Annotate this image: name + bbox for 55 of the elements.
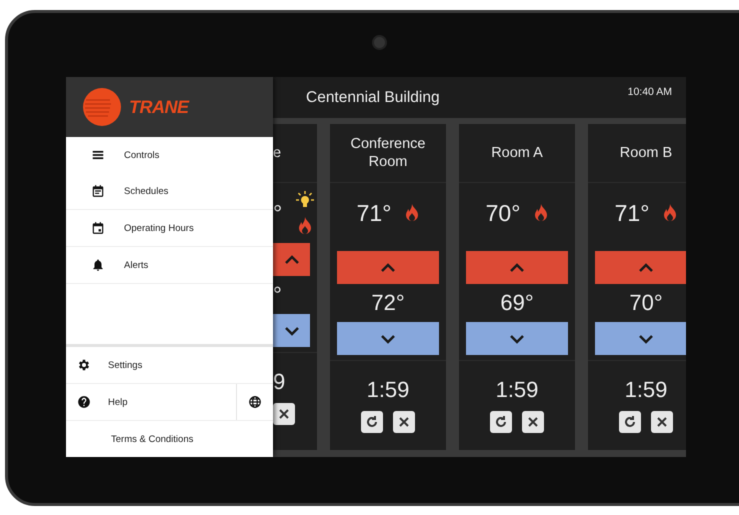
refresh-icon	[623, 415, 637, 429]
room-name: Room B	[620, 144, 672, 162]
chevron-down-icon	[509, 332, 525, 344]
bell-icon	[91, 258, 105, 272]
setpoint: 70°	[629, 290, 663, 316]
refresh-button[interactable]	[490, 411, 512, 433]
close-button[interactable]	[393, 411, 415, 433]
chevron-up-icon	[509, 262, 525, 274]
setpoint: 72°	[371, 290, 405, 316]
timer: 9	[273, 369, 286, 395]
chevron-down-icon	[638, 332, 654, 344]
menu-item[interactable]: Terms & Conditions	[66, 421, 273, 457]
calendar-icon	[91, 184, 105, 198]
logo-text: TRANE	[129, 96, 188, 118]
room-name: Room A	[491, 144, 543, 162]
chevron-up-icon	[284, 254, 300, 266]
close-icon	[526, 415, 540, 429]
setpoint: °	[273, 282, 282, 308]
menu-item[interactable]: Help	[66, 384, 237, 420]
room-name: Conference Room	[350, 135, 426, 171]
globe-icon	[248, 395, 262, 409]
chevron-down-icon	[380, 332, 396, 344]
clock-time: 10:40 AM	[628, 86, 672, 98]
chevron-up-icon	[638, 262, 654, 274]
close-button[interactable]	[651, 411, 673, 433]
close-icon	[277, 407, 291, 421]
room-temperature: °	[273, 200, 282, 226]
setpoint: 69°	[500, 290, 534, 316]
list-icon	[91, 148, 105, 162]
refresh-icon	[494, 415, 508, 429]
decrease-button[interactable]	[273, 314, 310, 347]
menu-item[interactable]: Controls	[66, 137, 273, 173]
timer: 1:59	[366, 377, 410, 403]
refresh-icon	[365, 415, 379, 429]
chevron-down-icon	[284, 324, 300, 336]
room-name: e	[273, 144, 282, 162]
refresh-button[interactable]	[619, 411, 641, 433]
close-icon	[397, 415, 411, 429]
building-title: Centennial Building	[306, 88, 440, 106]
room-temperature: 70°	[486, 200, 520, 226]
refresh-button[interactable]	[361, 411, 383, 433]
camera-lens	[372, 35, 387, 50]
timer: 1:59	[496, 377, 538, 403]
room-temperature: 71°	[614, 200, 650, 226]
gear-icon	[77, 358, 91, 372]
calendar-icon	[91, 221, 105, 235]
logo-icon	[82, 87, 122, 127]
close-button[interactable]	[273, 403, 295, 425]
room-temperature: 71°	[356, 200, 392, 226]
help-icon	[77, 395, 91, 409]
chevron-up-icon	[380, 262, 396, 274]
close-button[interactable]	[522, 411, 544, 433]
timer: 1:59	[624, 377, 668, 403]
close-icon	[655, 415, 669, 429]
increase-button[interactable]	[273, 243, 310, 276]
